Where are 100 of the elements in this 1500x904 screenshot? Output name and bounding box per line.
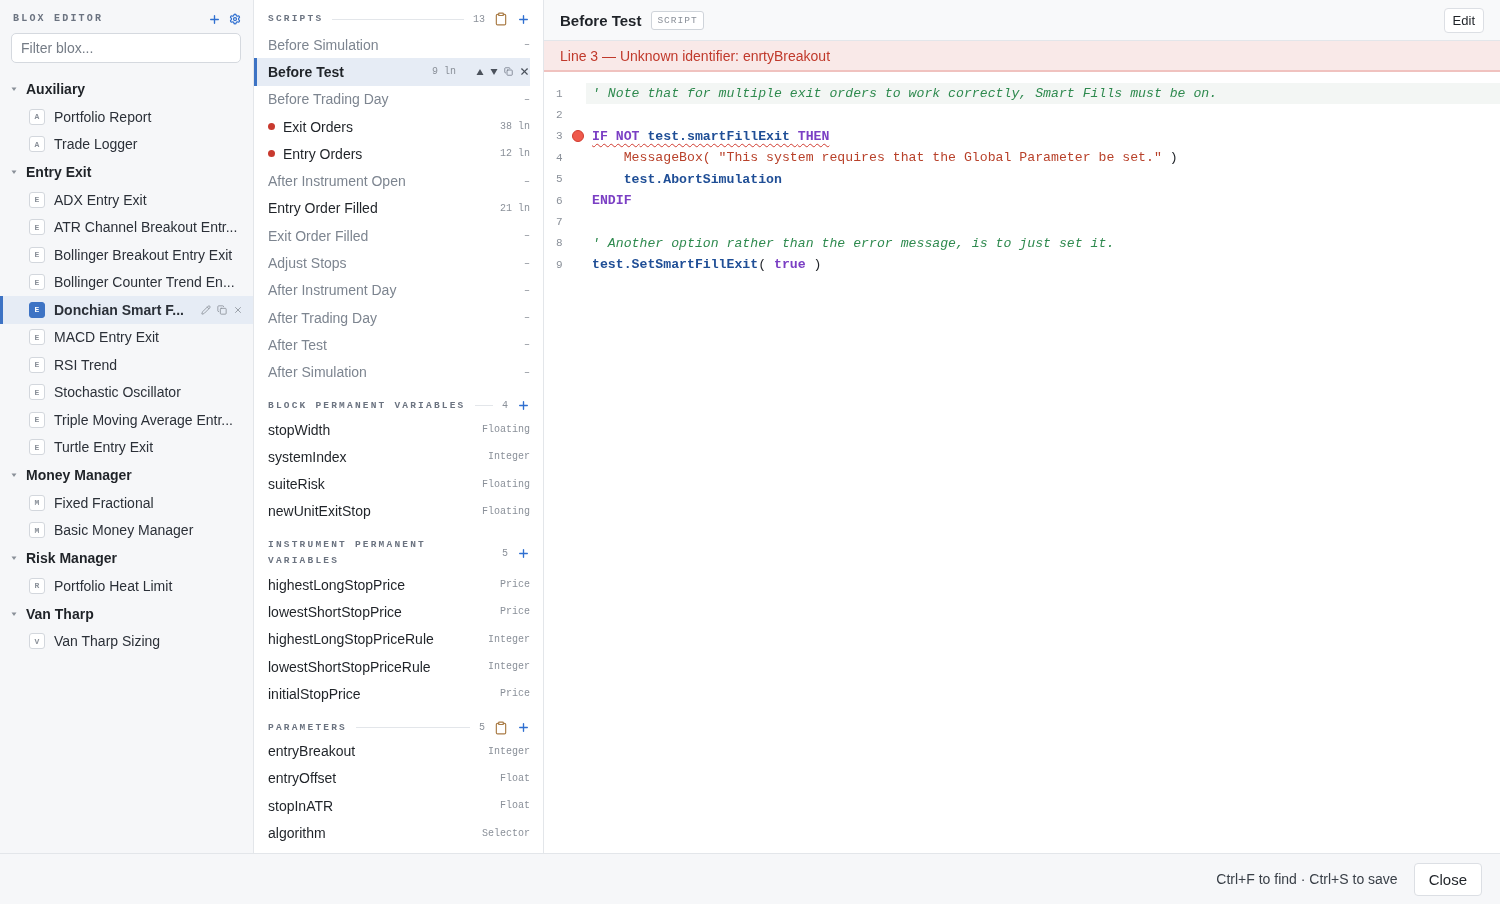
type-badge: E xyxy=(29,356,45,373)
blox-item[interactable]: E RSI Trend xyxy=(0,351,253,379)
blox-item[interactable]: E Bollinger Counter Trend En... xyxy=(0,268,253,296)
line-count: – xyxy=(524,257,530,269)
variable-type: Float xyxy=(500,800,530,812)
expand-caret-icon[interactable] xyxy=(11,555,17,561)
line-number: 8 xyxy=(556,237,563,250)
variable-name[interactable]: highestLongStopPrice xyxy=(268,576,492,593)
script-item[interactable]: Before Simulation – xyxy=(254,31,530,59)
expand-caret-icon[interactable] xyxy=(11,169,17,175)
line-count: – xyxy=(524,339,530,351)
script-item[interactable]: Entry Orders 12 ln xyxy=(254,140,530,168)
type-badge: E xyxy=(29,246,45,263)
variable-name[interactable]: algorithm xyxy=(268,825,474,842)
script-item[interactable]: Entry Order Filled 21 ln xyxy=(254,194,530,223)
copy-icon[interactable] xyxy=(217,304,227,315)
line-count: – xyxy=(524,312,530,324)
type-badge: M xyxy=(29,494,45,511)
clipboard-icon[interactable] xyxy=(494,12,508,26)
variable-name[interactable]: suiteRisk xyxy=(268,476,474,493)
script-item[interactable]: After Instrument Day – xyxy=(254,276,530,304)
add-icon[interactable] xyxy=(517,399,530,413)
expand-caret-icon[interactable] xyxy=(11,86,17,92)
filter-field[interactable]: Filter blox... xyxy=(11,33,241,63)
error-marker-icon xyxy=(572,130,584,143)
blox-item[interactable]: E MACD Entry Exit xyxy=(0,323,253,351)
group-title[interactable]: Auxiliary xyxy=(26,81,86,97)
add-icon[interactable] xyxy=(208,12,221,26)
close-icon[interactable] xyxy=(519,66,530,78)
group-title[interactable]: Van Tharp xyxy=(26,605,94,622)
variable-type: Selector xyxy=(482,827,530,839)
variable-name[interactable]: newUnitExitStop xyxy=(268,503,474,520)
variable-type: Floating xyxy=(482,424,530,435)
line-count: 12 ln xyxy=(500,148,530,160)
group-title[interactable]: Money Manager xyxy=(26,467,132,483)
error-dot xyxy=(268,150,275,158)
variable-type: Floating xyxy=(482,505,530,517)
section-count: 5 xyxy=(502,547,508,559)
type-badge: E xyxy=(29,411,45,428)
variable-name[interactable]: systemIndex xyxy=(268,448,480,465)
type-badge: E xyxy=(29,439,45,456)
section-title: SCRIPTS xyxy=(268,12,324,26)
variable-name[interactable]: stopInATR xyxy=(268,797,492,814)
expand-caret-icon[interactable] xyxy=(11,472,17,478)
script-item[interactable]: After Trading Day – xyxy=(254,303,530,332)
script-item[interactable]: After Instrument Open – xyxy=(254,167,530,195)
script-item[interactable]: Adjust Stops – xyxy=(254,249,530,277)
blox-item[interactable]: R Portfolio Heat Limit xyxy=(0,572,253,600)
settings-icon[interactable] xyxy=(229,13,241,25)
blox-item[interactable]: A Trade Logger xyxy=(0,130,253,158)
blox-item[interactable]: E Stochastic Oscillator xyxy=(0,378,253,406)
variable-name[interactable]: highestLongStopPriceRule xyxy=(268,631,480,648)
blox-item[interactable]: M Fixed Fractional xyxy=(0,489,253,517)
blox-item[interactable]: E Turtle Entry Exit xyxy=(0,433,253,461)
blox-item[interactable]: A Portfolio Report xyxy=(0,103,253,131)
add-icon[interactable] xyxy=(517,12,530,26)
blox-item[interactable]: V Van Tharp Sizing xyxy=(0,627,253,655)
code-line: IF NOT test.smartFillExit THEN xyxy=(591,127,831,146)
editor-title: Before Test xyxy=(560,11,642,29)
blox-item[interactable]: E Triple Moving Average Entr... xyxy=(0,406,253,434)
line-number: 3 xyxy=(556,130,563,143)
close-button[interactable]: Close xyxy=(1413,862,1482,896)
variable-name[interactable]: entryBreakout xyxy=(268,743,480,760)
add-icon[interactable] xyxy=(517,546,530,560)
group-title[interactable]: Risk Manager xyxy=(26,550,118,566)
blox-item[interactable]: E ATR Channel Breakout Entr... xyxy=(0,213,253,241)
type-badge: A xyxy=(29,136,45,153)
script-item[interactable]: After Test – xyxy=(254,331,530,359)
variable-name[interactable]: stopWidth xyxy=(268,421,474,438)
script-item[interactable]: Exit Orders 38 ln xyxy=(254,112,530,141)
shortcut-hint: Ctrl+F to find · Ctrl+S to save xyxy=(1216,871,1398,887)
group-title[interactable]: Entry Exit xyxy=(26,164,92,180)
blox-item[interactable]: E Donchian Smart F... xyxy=(0,296,253,324)
blox-item[interactable]: M Basic Money Manager xyxy=(0,516,253,544)
type-badge: A xyxy=(29,108,45,125)
variable-type: Integer xyxy=(488,745,530,757)
variable-name[interactable]: lowestShortStopPriceRule xyxy=(268,658,480,675)
type-badge: E xyxy=(29,219,45,236)
move-down-icon[interactable] xyxy=(490,67,498,76)
variable-type: Floating xyxy=(482,478,530,490)
section-title: PARAMETERS xyxy=(268,720,347,735)
script-item[interactable]: Before Trading Day – xyxy=(254,85,530,113)
move-up-icon[interactable] xyxy=(476,67,484,76)
edit-button[interactable]: Edit xyxy=(1443,7,1484,33)
blox-item[interactable]: E Bollinger Breakout Entry Exit xyxy=(0,241,253,269)
script-item[interactable]: After Simulation – xyxy=(254,358,530,386)
add-icon[interactable] xyxy=(517,721,530,735)
line-count: – xyxy=(524,366,530,378)
script-item[interactable]: Before Test 9 ln xyxy=(254,58,530,86)
variable-name[interactable]: lowestShortStopPrice xyxy=(268,604,492,620)
script-item[interactable]: Exit Order Filled – xyxy=(254,222,530,250)
line-number: 9 xyxy=(556,258,563,271)
copy-icon[interactable] xyxy=(504,67,513,77)
type-badge: M xyxy=(29,522,45,539)
variable-name[interactable]: entryOffset xyxy=(268,770,492,787)
code-line: test.SetSmartFillExit( true ) xyxy=(591,256,823,275)
blox-item[interactable]: E ADX Entry Exit xyxy=(0,186,253,214)
variable-name[interactable]: initialStopPrice xyxy=(268,685,492,702)
expand-caret-icon[interactable] xyxy=(11,610,17,617)
clipboard-icon[interactable] xyxy=(494,720,508,735)
